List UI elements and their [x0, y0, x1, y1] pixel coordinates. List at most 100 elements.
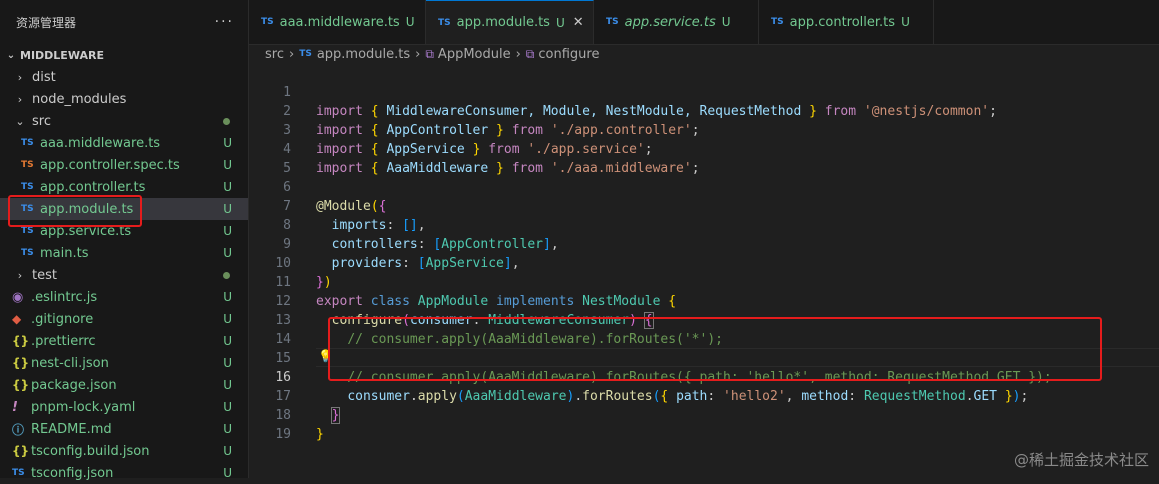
chevron-right-icon: › [415, 46, 421, 62]
typescript-file-icon: TS [21, 248, 34, 258]
info-file-icon: ⓘ [12, 422, 25, 437]
tree-item-label: tsconfig.json [31, 465, 114, 481]
code-line: 1 import { MiddlewareConsumer, Module, N… [283, 85, 997, 119]
tree-item-label: nest-cli.json [31, 355, 109, 371]
highlight-annotation-box [328, 317, 1102, 381]
chevron-right-icon: › [515, 46, 521, 62]
typescript-config-icon: TS [12, 468, 25, 478]
tab-label: app.controller.ts [789, 14, 896, 30]
tree-item-node-modules[interactable]: › node_modules [0, 88, 248, 110]
code-line: 7 imports: [], [283, 199, 426, 233]
code-line: 13 // consumer.apply(AaaMiddleware).forR… [275, 313, 723, 347]
tree-item-tsconfig[interactable]: TS tsconfig.json U [0, 462, 248, 484]
tree-item-main[interactable]: TS main.ts U [0, 242, 248, 264]
git-status-badge: U [223, 180, 232, 194]
git-status-badge: U [405, 15, 415, 29]
code-line: 11 export class AppModule implements Nes… [275, 275, 677, 309]
json-file-icon: {} [12, 334, 30, 348]
tab-app-controller[interactable]: TS app.controller.ts U [759, 0, 934, 44]
tab-app-module[interactable]: TS app.module.ts U ✕ [426, 0, 594, 44]
tree-item-aaa-middleware[interactable]: TS aaa.middleware.ts U [0, 132, 248, 154]
git-file-icon: ◆ [12, 312, 22, 326]
tab-app-service[interactable]: TS app.service.ts U [594, 0, 759, 44]
git-status-badge: U [223, 356, 232, 370]
explorer-sidebar: 资源管理器 ··· ⌄ MIDDLEWARE › dist › node_mod… [0, 0, 249, 481]
json-file-icon: {} [12, 444, 30, 458]
class-symbol-icon: ⧉ [425, 46, 434, 61]
modified-dot-icon [223, 271, 230, 279]
code-editor[interactable]: 1 import { MiddlewareConsumer, Module, N… [249, 64, 1159, 478]
typescript-file-icon: TS [771, 17, 784, 27]
tree-item-dist[interactable]: › dist [0, 66, 248, 88]
chevron-right-icon: › [17, 70, 23, 84]
typescript-file-icon: TS [21, 182, 34, 192]
tree-item-label: .gitignore [31, 311, 94, 327]
chevron-right-icon: › [17, 268, 23, 282]
breadcrumb-file[interactable]: app.module.ts [317, 47, 410, 62]
typescript-file-icon: TS [21, 138, 34, 148]
code-line: 15 // consumer.apply(AaaMiddleware).forR… [275, 351, 1052, 385]
typescript-file-icon: TS [438, 17, 451, 28]
tree-item-test[interactable]: › test [0, 264, 248, 286]
explorer-title: 资源管理器 [16, 15, 77, 30]
git-status-badge: U [721, 15, 731, 29]
breadcrumb-symbol-method[interactable]: configure [538, 47, 599, 62]
code-line: 3 import { AppService } from './app.serv… [283, 123, 653, 157]
highlight-annotation-box [8, 195, 142, 227]
typescript-test-file-icon: TS [21, 160, 34, 170]
tree-item-label: test [32, 267, 57, 283]
workspace-name: MIDDLEWARE [20, 48, 104, 62]
yaml-file-icon: ! [12, 399, 18, 415]
close-icon[interactable]: ✕ [573, 15, 584, 30]
git-status-badge: U [223, 312, 232, 326]
tree-item-src[interactable]: ⌄ src [0, 110, 248, 132]
tree-item-app-controller-spec[interactable]: TS app.controller.spec.ts U [0, 154, 248, 176]
tree-item-tsconfig-build[interactable]: {} tsconfig.build.json U [0, 440, 248, 462]
code-line: 16 consumer.apply(AaaMiddleware).forRout… [275, 370, 1029, 404]
tab-aaa-middleware[interactable]: TS aaa.middleware.ts U [249, 0, 426, 44]
chevron-right-icon: › [17, 92, 23, 106]
json-file-icon: {} [12, 378, 30, 392]
tree-item-nest-cli-json[interactable]: {} nest-cli.json U [0, 352, 248, 374]
tree-item-label: README.md [31, 421, 112, 437]
json-file-icon: {} [12, 356, 30, 370]
breadcrumb: src › TS app.module.ts › ⧉ AppModule › ⧉… [249, 44, 1159, 64]
breadcrumb-symbol-class[interactable]: AppModule [438, 47, 511, 62]
tab-label: app.module.ts [456, 15, 550, 30]
code-line: 18 } [275, 408, 324, 442]
tab-label: aaa.middleware.ts [279, 14, 400, 30]
tree-item-label: main.ts [40, 245, 89, 261]
tree-item-pnpm-lock[interactable]: ! pnpm-lock.yaml U [0, 396, 248, 418]
git-status-badge: U [223, 136, 232, 150]
tree-item-label: src [32, 113, 51, 129]
tree-item-package-json[interactable]: {} package.json U [0, 374, 248, 396]
tree-item-label: dist [32, 69, 56, 85]
tree-item-prettierrc[interactable]: {} .prettierrc U [0, 330, 248, 352]
code-line: 5 [283, 161, 291, 176]
tree-item-eslintrc[interactable]: ◉ .eslintrc.js U [0, 286, 248, 308]
tree-item-label: .eslintrc.js [31, 289, 98, 305]
tree-item-label: .prettierrc [31, 333, 96, 349]
workspace-section-header[interactable]: ⌄ MIDDLEWARE [0, 44, 248, 66]
more-actions-icon[interactable]: ··· [215, 14, 234, 30]
code-line: 14 [275, 332, 291, 347]
git-status-badge: U [223, 290, 232, 304]
breadcrumb-folder[interactable]: src [265, 47, 284, 62]
tree-item-gitignore[interactable]: ◆ .gitignore U [0, 308, 248, 330]
git-status-badge: U [223, 444, 232, 458]
editor-tab-bar: TS aaa.middleware.ts U TS app.module.ts … [249, 0, 1159, 45]
code-line: 19 [275, 427, 291, 442]
code-line: 6 @Module({ [283, 180, 387, 214]
typescript-file-icon: TS [299, 49, 312, 59]
typescript-file-icon: TS [21, 226, 34, 236]
code-line: 8 controllers: [AppController], [283, 218, 559, 252]
tree-item-label: aaa.middleware.ts [40, 135, 161, 151]
git-status-badge: U [223, 378, 232, 392]
git-status-badge: U [223, 422, 232, 436]
git-status-badge: U [555, 15, 565, 30]
code-line: 9 providers: [AppService], [283, 237, 520, 271]
tree-item-label: node_modules [32, 91, 127, 107]
code-line: 2 import { AppController } from './app.c… [283, 104, 700, 138]
tree-item-readme[interactable]: ⓘ README.md U [0, 418, 248, 440]
git-status-badge: U [223, 202, 232, 216]
